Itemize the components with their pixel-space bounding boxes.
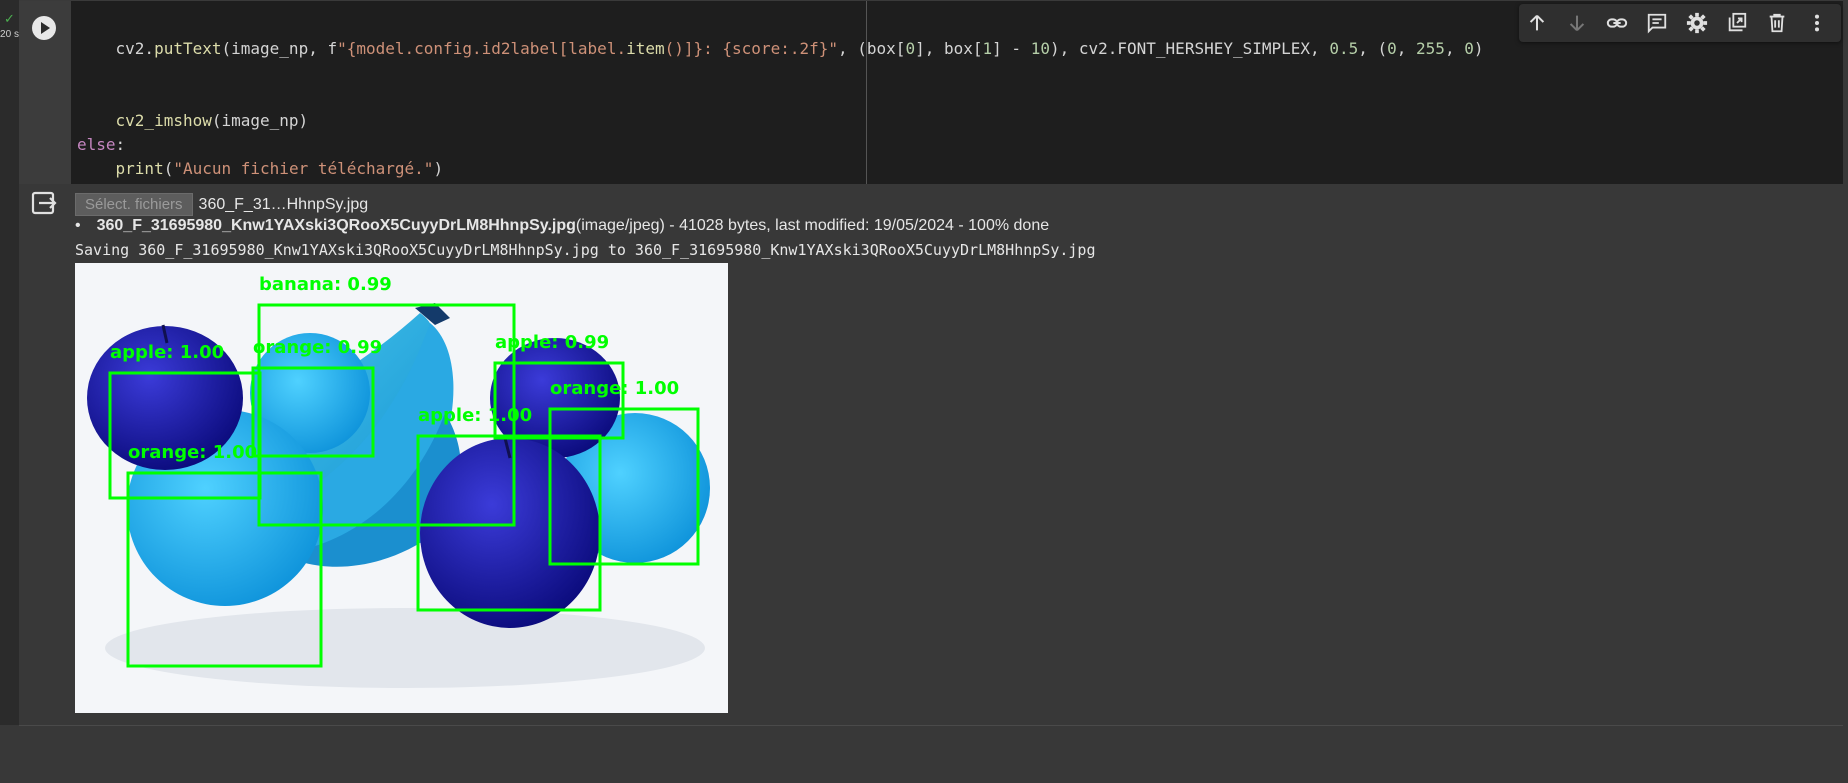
code-line: else: [77, 135, 126, 154]
uploaded-file-name: 360_F_31695980_Knw1YAXski3QRooX5CuyyDrLM… [96, 217, 576, 234]
detection-label: banana: 0.99 [259, 274, 392, 295]
run-status: ✓ 20 s [0, 0, 19, 50]
link-icon[interactable] [1605, 11, 1629, 35]
uploaded-file-item: • 360_F_31695980_Knw1YAXski3QRooX5CuyyDr… [75, 217, 1049, 235]
code-line: cv2.putText(image_np, f"{model.config.id… [77, 39, 1484, 58]
comment-icon[interactable] [1645, 11, 1669, 35]
gear-icon[interactable] [1685, 11, 1709, 35]
run-cell-button[interactable] [32, 16, 56, 40]
arrow-up-icon[interactable] [1525, 11, 1549, 35]
more-vert-icon[interactable] [1805, 11, 1829, 35]
detection-label: apple: 0.99 [495, 332, 609, 353]
code-line: print("Aucun fichier téléchargé.") [115, 159, 444, 178]
cell-gutter [0, 0, 19, 725]
delete-icon[interactable] [1765, 11, 1789, 35]
select-files-button[interactable]: Sélect. fichiers [75, 193, 193, 216]
output-redirect-icon[interactable] [31, 190, 57, 216]
execution-time: 20 s [0, 29, 19, 40]
detection-label: orange: 1.00 [550, 378, 679, 399]
uploaded-file-meta: (image/jpeg) - 41028 bytes, last modifie… [575, 217, 1050, 234]
code-line: cv2_imshow(image_np) [115, 111, 309, 130]
saving-message: Saving 360_F_31695980_Knw1YAXski3QRooX5C… [75, 241, 1096, 259]
arrow-down-icon[interactable] [1565, 11, 1589, 35]
mirror-cell-icon[interactable] [1725, 11, 1749, 35]
detection-label: orange: 0.99 [253, 337, 382, 358]
detection-label: apple: 1.00 [418, 405, 532, 426]
detection-result-image: banana: 0.99 apple: 1.00 orange: 0.99 apple… [75, 263, 728, 713]
cell-toolbar [1519, 4, 1841, 42]
detection-label: orange: 1.00 [128, 442, 257, 463]
notebook-bottom-area [0, 726, 1848, 783]
selected-file-name: 360_F_31…HhnpSy.jpg [198, 195, 369, 213]
detection-label: apple: 1.00 [110, 342, 224, 363]
success-check-icon: ✓ [4, 12, 15, 27]
list-bullet: • [75, 217, 81, 234]
file-upload-row: Sélect. fichiers 360_F_31…HhnpSy.jpg [75, 193, 368, 216]
